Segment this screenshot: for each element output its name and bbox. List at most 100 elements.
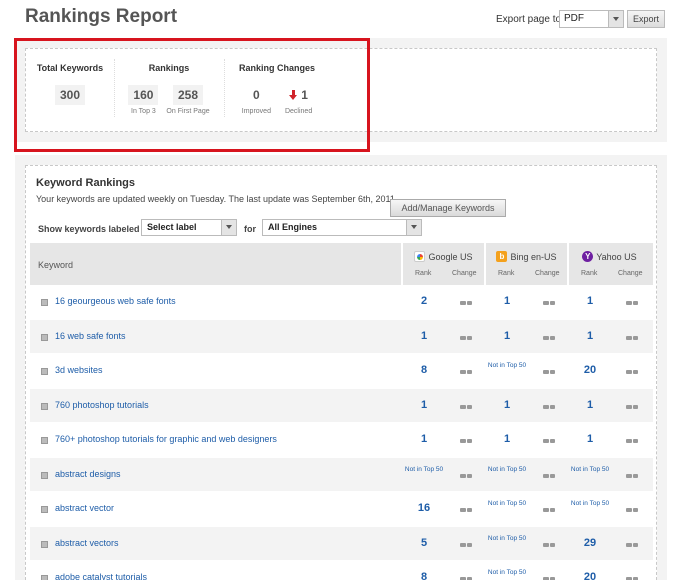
chevron-down-icon[interactable] (608, 11, 623, 27)
keyword-column-header[interactable]: Keyword (38, 260, 73, 270)
keyword-rankings-description: Your keywords are updated weekly on Tues… (36, 194, 398, 204)
no-change-icon (626, 370, 638, 374)
show-keywords-label: Show keywords labeled (38, 224, 140, 234)
keyword-rankings-table: Keyword Google US Rank Change b Bing en-… (30, 243, 653, 580)
rank-value: Not in Top 50 (487, 500, 527, 507)
rank-value: 1 (420, 398, 428, 411)
table-row: adobe catalyst tutorials 8 Not in Top 50 20 (30, 561, 653, 580)
table-row: 16 geourgeous web safe fonts 2 1 1 (30, 285, 653, 320)
rank-value: Not in Top 50 (487, 362, 527, 369)
table-row: 3d websites 8 Not in Top 50 20 (30, 354, 653, 389)
export-button[interactable]: Export (627, 10, 665, 28)
table-row: abstract vector 16 Not in Top 50 Not in Top… (30, 492, 653, 527)
rank-value: 1 (586, 295, 594, 307)
label-select-value: Select label (147, 222, 197, 232)
keyword-checkbox[interactable] (41, 506, 48, 513)
bing-en-us-column-group: b Bing en-US Rank Change (484, 243, 567, 285)
no-change-icon (626, 542, 638, 547)
engine-select-value: All Engines (268, 222, 318, 232)
label-select[interactable]: Select label (141, 219, 237, 236)
keyword-checkbox[interactable] (41, 540, 48, 548)
page-title: Rankings Report (25, 6, 178, 27)
rank-value: 1 (503, 329, 511, 342)
no-change-icon (543, 335, 555, 340)
chevron-down-icon[interactable] (406, 220, 421, 235)
no-change-icon (543, 301, 555, 305)
rank-value: 1 (586, 398, 594, 411)
rank-value: 16 (417, 502, 431, 514)
google-change-header[interactable]: Change (452, 270, 477, 277)
keyword-link[interactable]: 760 photoshop tutorials (55, 400, 149, 410)
no-change-icon (543, 404, 555, 409)
bing-rank-header[interactable]: Rank (498, 270, 514, 277)
no-change-icon (543, 370, 555, 374)
google-us-column-group: Google US Rank Change (401, 243, 484, 285)
rank-value: 1 (503, 433, 511, 445)
export-label: Export page to (496, 14, 562, 25)
rank-value: Not in Top 50 (487, 569, 527, 576)
keyword-checkbox[interactable] (41, 333, 48, 341)
keyword-link[interactable]: 760+ photoshop tutorials for graphic and… (55, 434, 277, 444)
yahoo-change-header[interactable]: Change (618, 270, 643, 277)
table-row: 760 photoshop tutorials 1 1 1 (30, 388, 653, 423)
no-change-icon (543, 439, 555, 443)
table-row: 16 web safe fonts 1 1 1 (30, 319, 653, 354)
keyword-checkbox[interactable] (41, 471, 48, 479)
keyword-link[interactable]: abstract designs (55, 469, 121, 479)
no-change-icon (460, 301, 472, 305)
yahoo-icon: Y (582, 251, 594, 262)
keyword-link[interactable]: adobe catalyst tutorials (55, 572, 147, 580)
keyword-checkbox[interactable] (41, 402, 48, 410)
engine-select[interactable]: All Engines (262, 219, 422, 236)
bing-change-header[interactable]: Change (535, 270, 560, 277)
keyword-link[interactable]: abstract vectors (55, 538, 119, 548)
rank-value: Not in Top 50 (570, 465, 610, 473)
rank-value: 1 (420, 329, 428, 342)
no-change-icon (460, 508, 472, 512)
keyword-link[interactable]: abstract vector (55, 503, 114, 513)
keyword-checkbox[interactable] (41, 299, 48, 306)
for-label: for (244, 224, 256, 234)
bing-en-us-header: Bing en-US (510, 251, 557, 262)
keyword-checkbox[interactable] (41, 575, 48, 580)
keyword-checkbox[interactable] (41, 437, 48, 444)
no-change-icon (460, 370, 472, 374)
add-manage-keywords-button[interactable]: Add/Manage Keywords (390, 199, 506, 217)
keyword-checkbox[interactable] (41, 368, 48, 375)
keyword-link[interactable]: 16 geourgeous web safe fonts (55, 296, 176, 306)
table-row: 760+ photoshop tutorials for graphic and… (30, 423, 653, 458)
rank-value: Not in Top 50 (570, 500, 610, 507)
keyword-link[interactable]: 16 web safe fonts (55, 331, 126, 341)
no-change-icon (626, 301, 638, 305)
bing-icon: b (496, 251, 508, 262)
no-change-icon (460, 404, 472, 409)
rank-value: 8 (420, 571, 428, 580)
rank-value: 1 (586, 329, 594, 342)
rank-value: 29 (583, 536, 597, 549)
rank-value: Not in Top 50 (487, 465, 527, 473)
no-change-icon (460, 335, 472, 340)
yahoo-us-header: Yahoo US (596, 251, 637, 262)
chevron-down-icon[interactable] (221, 220, 236, 235)
rank-value: Not in Top 50 (487, 534, 527, 542)
rank-value: 1 (586, 433, 594, 445)
no-change-icon (543, 473, 555, 478)
google-rank-header[interactable]: Rank (415, 270, 431, 277)
rank-value: 8 (420, 364, 428, 376)
export-format-select[interactable]: PDF (559, 10, 624, 28)
no-change-icon (543, 542, 555, 547)
table-body: 16 geourgeous web safe fonts 2 1 1 16 web sa… (30, 285, 653, 580)
no-change-icon (460, 473, 472, 478)
keyword-link[interactable]: 3d websites (55, 365, 103, 375)
rank-value: 2 (420, 295, 428, 307)
yahoo-rank-header[interactable]: Rank (581, 270, 597, 277)
rank-value: 1 (503, 398, 511, 411)
no-change-icon (626, 439, 638, 443)
keyword-rankings-title: Keyword Rankings (36, 177, 136, 189)
summary-highlight-frame (14, 38, 370, 152)
yahoo-us-column-group: Y Yahoo US Rank Change (567, 243, 650, 285)
table-header: Keyword Google US Rank Change b Bing en-… (30, 243, 653, 285)
rank-value: 1 (503, 295, 511, 307)
no-change-icon (626, 508, 638, 512)
rank-value: Not in Top 50 (404, 465, 444, 473)
